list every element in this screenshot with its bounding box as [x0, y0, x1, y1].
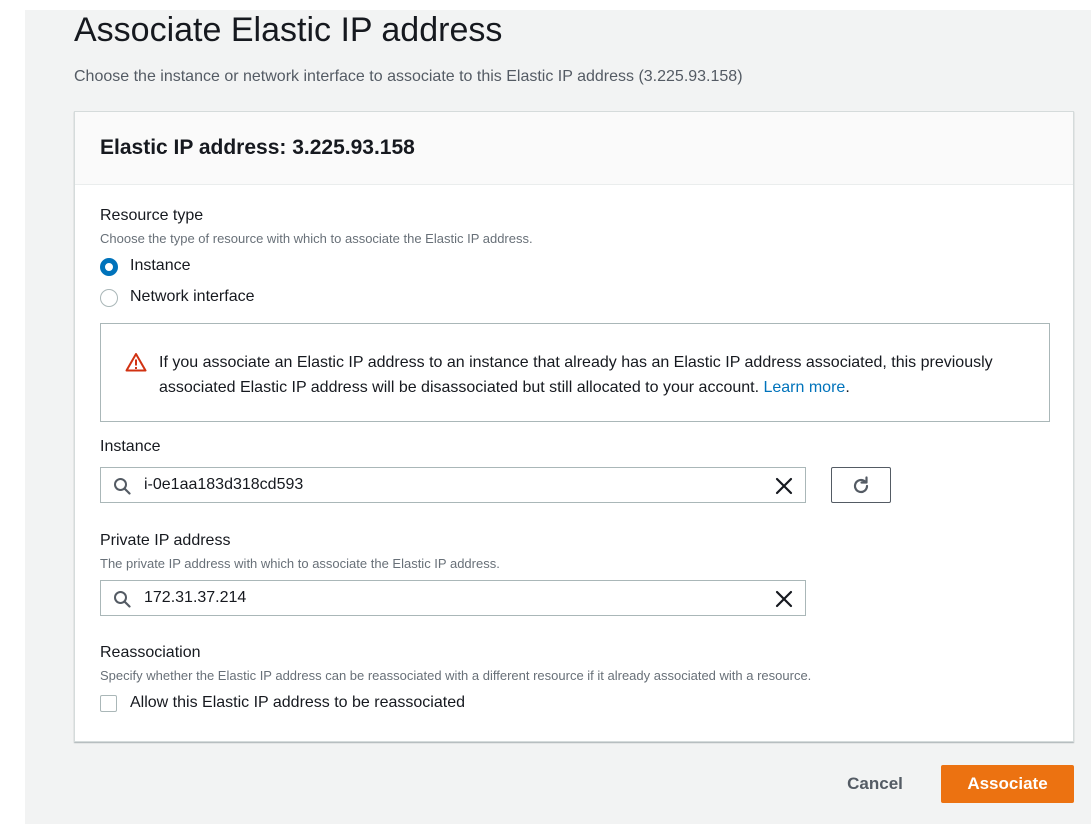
search-icon — [113, 590, 131, 613]
reassociation-label: Reassociation — [100, 644, 201, 661]
radio-network-interface-label[interactable]: Network interface — [130, 288, 255, 306]
instance-search-input[interactable]: i-0e1aa183d318cd593 — [100, 467, 806, 503]
private-ip-value: 172.31.37.214 — [144, 589, 247, 606]
reassociate-checkbox-label[interactable]: Allow this Elastic IP address to be reas… — [130, 694, 465, 712]
resource-type-label: Resource type — [100, 207, 204, 224]
private-ip-description: The private IP address with which to ass… — [100, 556, 500, 571]
reassociation-description: Specify whether the Elastic IP address c… — [100, 668, 812, 683]
radio-network-interface[interactable] — [100, 289, 118, 307]
private-ip-search-input[interactable]: 172.31.37.214 — [100, 580, 806, 616]
refresh-icon — [853, 476, 869, 494]
radio-instance-label[interactable]: Instance — [130, 257, 190, 275]
clear-icon[interactable] — [775, 477, 793, 500]
private-ip-label: Private IP address — [100, 532, 231, 549]
refresh-button[interactable] — [831, 467, 891, 503]
alert-trailing: . — [845, 379, 850, 396]
page-description: Choose the instance or network interface… — [74, 68, 743, 85]
associate-panel: Elastic IP address: 3.225.93.158 Resourc… — [74, 111, 1074, 742]
panel-title: Elastic IP address: 3.225.93.158 — [100, 136, 415, 159]
instance-label: Instance — [100, 438, 161, 455]
instance-value: i-0e1aa183d318cd593 — [144, 476, 304, 493]
alert-message: If you associate an Elastic IP address t… — [159, 350, 1029, 400]
cancel-button[interactable]: Cancel — [828, 765, 922, 803]
page-title: Associate Elastic IP address — [74, 11, 503, 49]
reassociate-checkbox[interactable] — [100, 695, 117, 712]
learn-more-link[interactable]: Learn more — [763, 379, 845, 396]
search-icon — [113, 477, 131, 500]
alert-text: If you associate an Elastic IP address t… — [159, 354, 993, 396]
warning-alert: If you associate an Elastic IP address t… — [100, 323, 1050, 422]
associate-button[interactable]: Associate — [941, 765, 1074, 803]
warning-triangle-icon — [125, 352, 147, 377]
resource-type-description: Choose the type of resource with which t… — [100, 231, 533, 246]
radio-instance[interactable] — [100, 258, 118, 276]
panel-header: Elastic IP address: 3.225.93.158 — [75, 112, 1073, 185]
clear-icon[interactable] — [775, 590, 793, 613]
